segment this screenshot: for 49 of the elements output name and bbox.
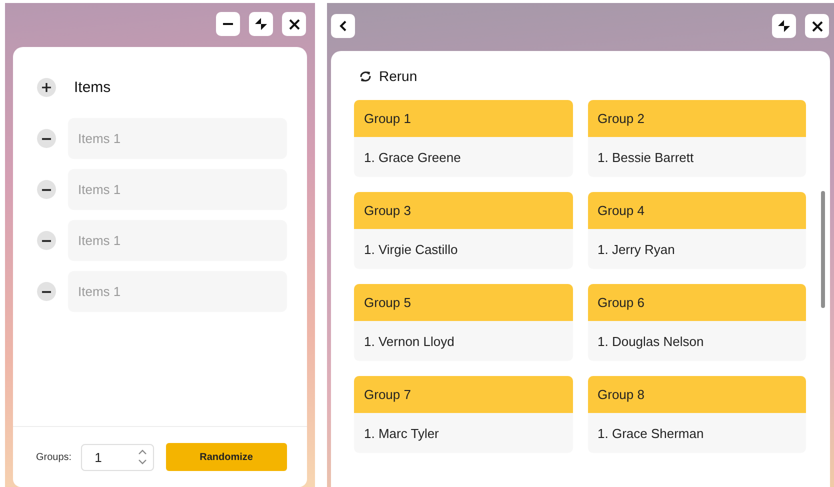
- close-icon: [288, 18, 300, 30]
- item-input-field[interactable]: Items 1: [68, 220, 287, 261]
- minus-icon: [42, 188, 51, 190]
- resize-button[interactable]: [772, 14, 796, 38]
- group-member: 1. Vernon Lloyd: [363, 332, 456, 351]
- group-title: Group 1: [354, 100, 572, 137]
- close-icon: [812, 20, 822, 32]
- group-member: 1. Marc Tyler: [363, 424, 440, 443]
- remove-item-button[interactable]: [37, 231, 56, 250]
- collapse-arrows-icon: [254, 17, 268, 31]
- remove-item-button[interactable]: [37, 180, 56, 199]
- minus-icon: [42, 138, 51, 140]
- rerun-button[interactable]: Rerun: [354, 65, 418, 87]
- close-button[interactable]: [805, 14, 829, 38]
- group-title: Group 8: [588, 376, 806, 413]
- randomize-button[interactable]: Randomize: [166, 443, 287, 471]
- group-member: 1. Douglas Nelson: [596, 332, 705, 351]
- back-icon: [339, 20, 347, 32]
- resize-button[interactable]: [249, 12, 273, 36]
- group-member: 1. Jerry Ryan: [596, 240, 676, 259]
- groups-number-field[interactable]: 1: [80, 444, 154, 470]
- minus-icon: [42, 290, 51, 292]
- refresh-icon: [359, 70, 372, 82]
- group-title: Group 5: [354, 284, 572, 321]
- close-button[interactable]: [282, 12, 306, 36]
- group-title: Group 2: [588, 100, 806, 137]
- stepper-icon: [138, 449, 147, 465]
- back-button[interactable]: [331, 14, 355, 38]
- scrollbar[interactable]: [821, 191, 825, 308]
- group-member: 1. Grace Sherman: [596, 424, 705, 442]
- item-input-field[interactable]: Items 1: [68, 169, 287, 210]
- group-member: 1. Grace Greene: [363, 148, 462, 166]
- item-input-field[interactable]: Items 1: [68, 118, 287, 159]
- group-title: Group 6: [588, 284, 806, 321]
- add-item-button[interactable]: [37, 78, 56, 97]
- plus-icon: [42, 83, 51, 92]
- group-title: Group 4: [588, 192, 806, 229]
- group-title: Group 3: [354, 192, 572, 229]
- group-member: 1. Virgie Castillo: [363, 240, 459, 259]
- group-title: Group 7: [354, 376, 572, 413]
- items-heading: Items: [74, 79, 111, 96]
- remove-item-button[interactable]: [37, 282, 56, 301]
- minimize-button[interactable]: [216, 12, 240, 36]
- collapse-arrows-icon: [777, 19, 791, 33]
- group-member: 1. Bessie Barrett: [596, 148, 695, 166]
- minus-icon: [42, 240, 51, 242]
- item-input-field[interactable]: Items 1: [68, 271, 287, 312]
- remove-item-button[interactable]: [37, 129, 56, 148]
- groups-label: Groups:: [36, 452, 72, 462]
